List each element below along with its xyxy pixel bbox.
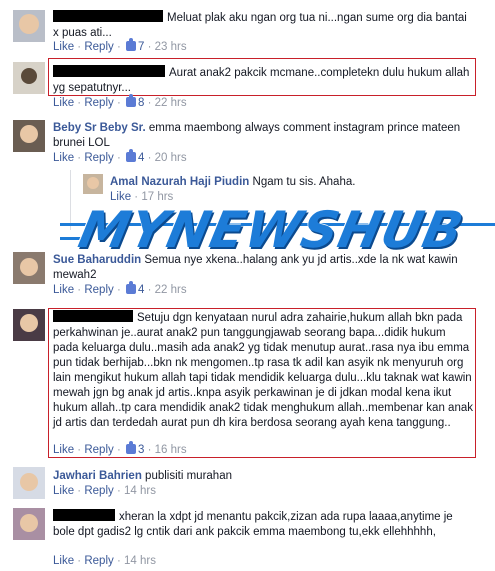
watermark-text: MYNEWSHUB [73,201,469,259]
comment-body: Amal Nazurah Haji Piudin Ngam tu sis. Ah… [110,175,480,190]
reply-button[interactable]: Reply [84,555,113,567]
timestamp[interactable]: 14 hrs [124,485,156,497]
like-button[interactable]: Like [53,555,74,567]
avatar[interactable] [13,62,45,94]
comment-body: Setuju dgn kenyataan nurul adra zahairie… [53,310,473,431]
like-button[interactable]: Like [53,41,74,53]
reply-button[interactable]: Reply [84,97,113,109]
commenter-name[interactable]: Sue Baharuddin [53,254,141,266]
like-count-icon [125,149,136,162]
comment-body: Jawhari Bahrien publisiti murahan [53,469,473,484]
like-count-icon [125,281,136,294]
comment-actions: Like · Reply · 3 · 16 hrs [53,441,187,456]
comment-text: Ngam tu sis. Ahaha. [252,176,356,188]
reply-button[interactable]: Reply [84,485,113,497]
like-button[interactable]: Like [53,152,74,164]
comment-text: Setuju dgn kenyataan nurul adra zahairie… [53,312,473,429]
avatar[interactable] [83,174,103,194]
like-count-icon [125,94,136,107]
comment-actions: Like · Reply · 14 hrs [53,555,156,567]
commenter-name[interactable]: Jawhari Bahrien [53,470,142,482]
comment-body: Aurat anak2 pakcik mcmane..completekn du… [53,65,473,96]
reply-button[interactable]: Reply [84,444,113,456]
avatar[interactable] [13,10,45,42]
reply-button[interactable]: Reply [84,41,113,53]
comment-actions: Like · Reply · 4 · 20 hrs [53,149,187,164]
like-button[interactable]: Like [53,444,74,456]
avatar[interactable] [13,508,45,540]
reply-button[interactable]: Reply [84,284,113,296]
avatar[interactable] [13,467,45,499]
comment-text: publisiti murahan [145,470,232,482]
comment-body: Beby Sr Beby Sr. emma maembong always co… [53,121,473,151]
avatar[interactable] [13,120,45,152]
like-count-icon [125,38,136,51]
comment-body: xheran la xdpt jd menantu pakcik,zizan a… [53,509,473,540]
avatar[interactable] [13,252,45,284]
like-button[interactable]: Like [53,485,74,497]
timestamp[interactable]: 22 hrs [155,97,187,109]
commenter-name[interactable]: Amal Nazurah Haji Piudin [110,176,249,188]
comment-body: Meluat plak aku ngan org tua ni...ngan s… [53,10,473,41]
redacted-name [53,65,165,77]
like-count-icon [125,441,136,454]
avatar[interactable] [13,309,45,341]
comment-actions: Like · Reply · 4 · 22 hrs [53,281,187,296]
like-button[interactable]: Like [53,97,74,109]
timestamp[interactable]: 20 hrs [155,152,187,164]
timestamp[interactable]: 23 hrs [155,41,187,53]
timestamp[interactable]: 22 hrs [155,284,187,296]
timestamp[interactable]: 16 hrs [155,444,187,456]
comment-actions: Like · Reply · 14 hrs [53,485,156,497]
redacted-name [53,10,163,22]
comment-actions: Like · Reply · 7 · 23 hrs [53,38,187,53]
commenter-name[interactable]: Beby Sr Beby Sr. [53,122,146,134]
reply-button[interactable]: Reply [84,152,113,164]
redacted-name [53,509,115,521]
like-button[interactable]: Like [53,284,74,296]
comment-actions: Like · Reply · 8 · 22 hrs [53,94,187,109]
redacted-name [53,310,133,322]
comment-body: Sue Baharuddin Semua nye xkena..halang a… [53,253,473,283]
timestamp[interactable]: 14 hrs [124,555,156,567]
